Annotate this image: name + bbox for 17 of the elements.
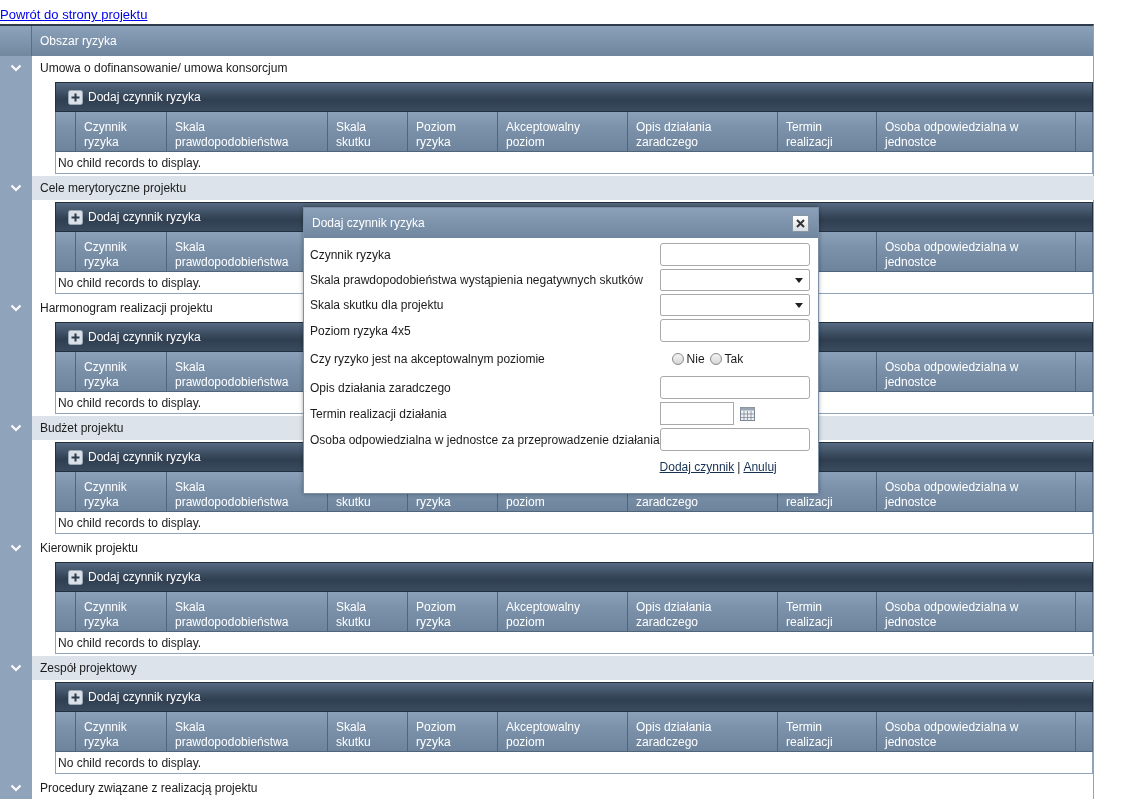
empty-message: No child records to display. bbox=[55, 632, 1093, 654]
group-title: Procedury związane z realizacją projektu bbox=[40, 780, 258, 797]
field-label: Skala skutku dla projektu bbox=[310, 297, 445, 314]
field-label: Poziom ryzyka 4x5 bbox=[310, 322, 412, 340]
field-label: Skala prawdopodobieństwa wystąpienia negatywnych skutków bbox=[310, 272, 644, 289]
group-title: Kierownik projektu bbox=[40, 540, 139, 557]
group-title: Umowa o dofinansowanie/ umowa konsorcjum bbox=[40, 60, 288, 77]
empty-message: No child records to display. bbox=[55, 152, 1093, 174]
group-title: Cele merytoryczne projektu bbox=[40, 180, 187, 197]
group-title: Budżet projektu bbox=[40, 420, 124, 437]
empty-message: No child records to display. bbox=[55, 512, 1093, 534]
field-label: Osoba odpowiedzialna w jednostce za przeprowadzenie działania bbox=[310, 431, 660, 449]
separator-text: | bbox=[737, 459, 741, 476]
column-header: Obszar ryzyka bbox=[32, 26, 1093, 56]
dialog-title: Dodaj czynnik ryzyka bbox=[312, 215, 425, 232]
empty-message: No child records to display. bbox=[55, 752, 1093, 774]
group-title: Zespół projektowy bbox=[40, 660, 137, 677]
